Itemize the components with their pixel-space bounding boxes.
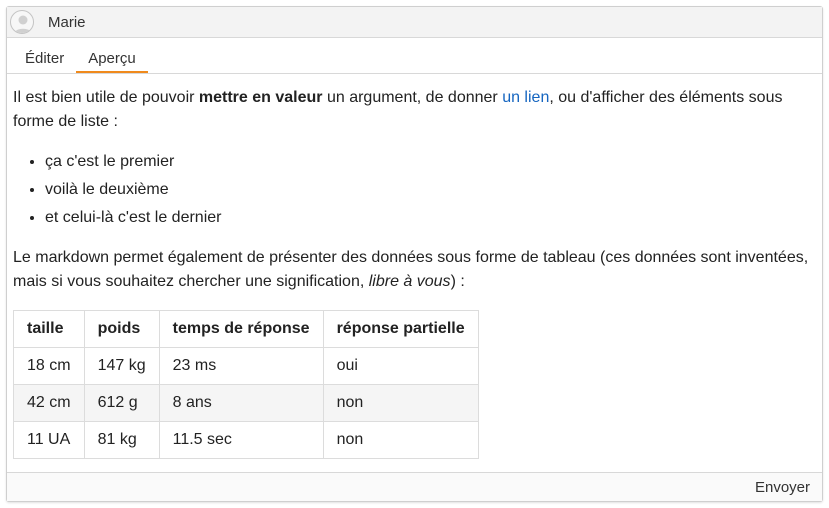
table-cell: 11.5 sec (158, 421, 324, 459)
table-header-cell: poids (83, 310, 160, 348)
list-item: voilà le deuxième (45, 176, 816, 204)
bullet-list: ça c'est le premier voilà le deuxième et… (13, 148, 816, 232)
table-cell: 8 ans (158, 384, 324, 422)
italic-text: libre à vous (368, 273, 451, 290)
table-header-cell: réponse partielle (322, 310, 479, 348)
preview-content: Il est bien utile de pouvoir mettre en v… (7, 74, 822, 459)
table-intro-paragraph: Le markdown permet également de présente… (13, 246, 816, 294)
editor-footer: Envoyer (7, 472, 822, 501)
table-row: 42 cm 612 g 8 ans non (13, 384, 479, 422)
table-cell: 81 kg (83, 421, 160, 459)
intro-paragraph: Il est bien utile de pouvoir mettre en v… (13, 86, 816, 134)
intro-text-start: Il est bien utile de pouvoir (13, 89, 199, 106)
editor-tabs: Éditer Aperçu (7, 38, 822, 74)
list-item: et celui-là c'est le dernier (45, 204, 816, 232)
table-header-row: taille poids temps de réponse réponse pa… (13, 310, 479, 348)
list-item: ça c'est le premier (45, 148, 816, 176)
comment-editor-panel: Marie Éditer Aperçu Il est bien utile de… (6, 6, 823, 502)
user-avatar-icon (10, 10, 34, 34)
link-un-lien[interactable]: un lien (502, 89, 549, 106)
table-cell: 42 cm (13, 384, 85, 422)
table-cell: 18 cm (13, 347, 85, 385)
table-cell: 11 UA (13, 421, 85, 459)
data-table: taille poids temps de réponse réponse pa… (13, 310, 479, 459)
editor-header: Marie (7, 7, 822, 38)
send-button[interactable]: Envoyer (755, 479, 810, 496)
table-cell: 147 kg (83, 347, 160, 385)
table-intro-end: ) : (450, 273, 465, 290)
tab-editer[interactable]: Éditer (13, 45, 76, 73)
table-header-cell: taille (13, 310, 85, 348)
table-cell: 23 ms (158, 347, 324, 385)
table-row: 11 UA 81 kg 11.5 sec non (13, 421, 479, 459)
bold-text: mettre en valeur (198, 89, 323, 106)
intro-text-mid: un argument, de donner (322, 89, 503, 106)
table-header-cell: temps de réponse (158, 310, 324, 348)
username-label: Marie (48, 13, 86, 31)
table-cell: oui (322, 347, 479, 385)
table-cell: non (322, 421, 479, 459)
table-cell: non (322, 384, 479, 422)
table-cell: 612 g (83, 384, 160, 422)
tab-apercu[interactable]: Aperçu (76, 45, 148, 73)
table-row: 18 cm 147 kg 23 ms oui (13, 347, 479, 385)
